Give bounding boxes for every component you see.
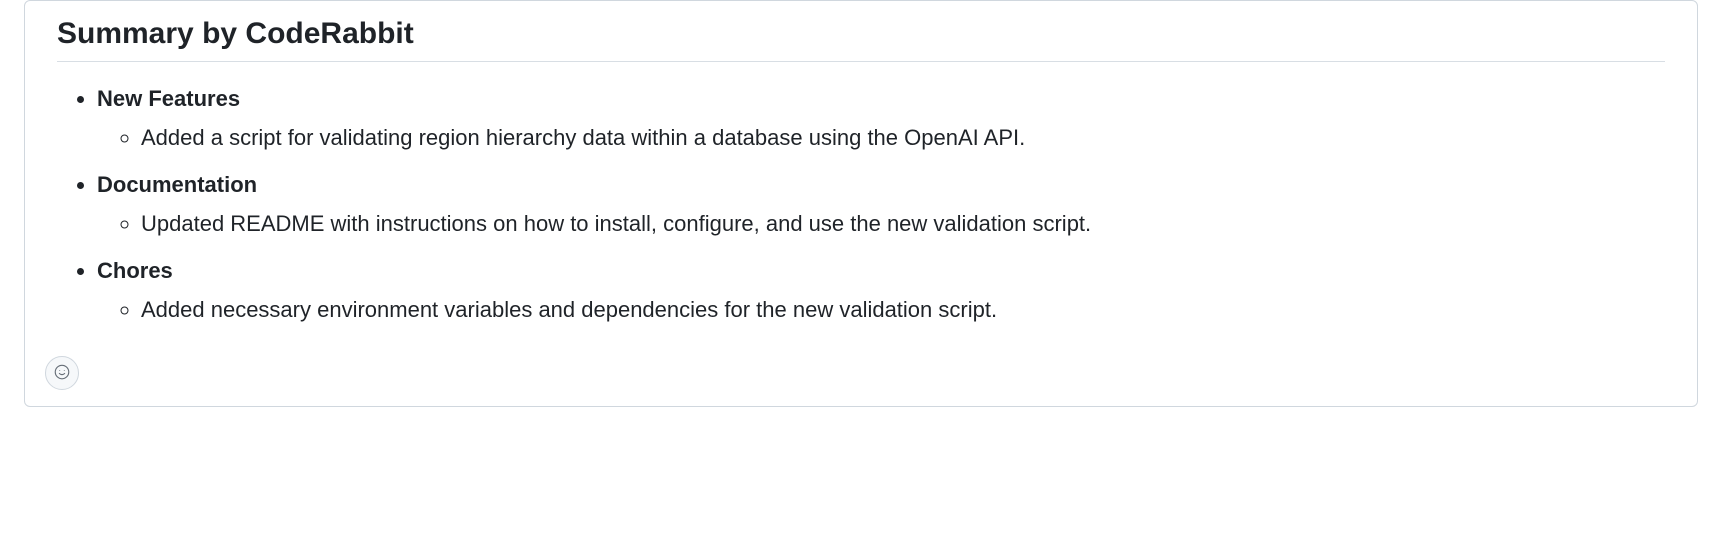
summary-section: Documentation Updated README with instru… xyxy=(97,168,1665,240)
summary-section: Chores Added necessary environment varia… xyxy=(97,254,1665,326)
summary-section: New Features Added a script for validati… xyxy=(97,82,1665,154)
summary-list: New Features Added a script for validati… xyxy=(57,82,1665,326)
list-item: Added a script for validating region hie… xyxy=(141,121,1665,154)
smiley-icon xyxy=(53,363,71,384)
list-item: Updated README with instructions on how … xyxy=(141,207,1665,240)
summary-heading: Summary by CodeRabbit xyxy=(57,17,1665,62)
section-items: Updated README with instructions on how … xyxy=(97,207,1665,240)
list-item: Added necessary environment variables an… xyxy=(141,293,1665,326)
section-items: Added necessary environment variables an… xyxy=(97,293,1665,326)
section-title-new-features: New Features xyxy=(97,86,240,111)
add-reaction-button[interactable] xyxy=(45,356,79,390)
comment-content: Summary by CodeRabbit New Features Added… xyxy=(25,1,1697,356)
comment-box: Summary by CodeRabbit New Features Added… xyxy=(24,0,1698,407)
section-title-documentation: Documentation xyxy=(97,172,257,197)
section-title-chores: Chores xyxy=(97,258,173,283)
section-items: Added a script for validating region hie… xyxy=(97,121,1665,154)
reaction-bar xyxy=(25,356,1697,406)
